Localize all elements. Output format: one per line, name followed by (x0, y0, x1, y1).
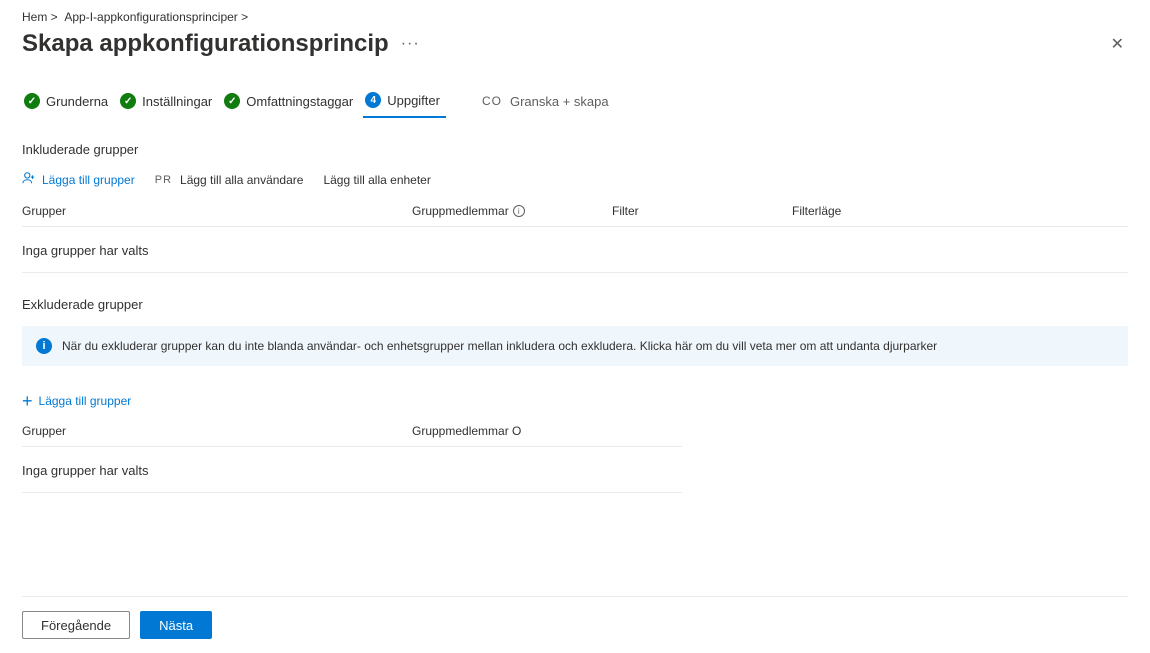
breadcrumb: Hem > App-I-appkonfigurationsprinciper > (22, 10, 1128, 24)
col-filter: Filter (612, 204, 792, 218)
action-prefix: PR (155, 174, 172, 186)
info-icon: i (36, 338, 52, 354)
add-all-users-label: Lägg till alla användare (180, 173, 303, 187)
col-filtermode: Filterläge (792, 204, 1128, 218)
step-review[interactable]: CO Granska + skapa (480, 88, 615, 117)
col-members: Gruppmedlemmar i (412, 204, 612, 218)
check-icon: ✓ (24, 93, 40, 109)
step-scope-tags[interactable]: ✓ Omfattningstaggar (222, 87, 359, 117)
page-title: Skapa appkonfigurationsprincip (22, 30, 389, 58)
add-excluded-groups-button[interactable]: + Lägga till grupper (22, 394, 131, 408)
previous-button[interactable]: Föregående (22, 611, 130, 639)
step-settings[interactable]: ✓ Inställningar (118, 87, 218, 117)
plus-icon: + (22, 394, 33, 408)
add-groups-button[interactable]: Lägga till grupper (22, 171, 135, 188)
excluded-title: Exkluderade grupper (22, 297, 1128, 312)
step-number-icon: 4 (365, 92, 381, 108)
add-all-devices-button[interactable]: Lägg till alla enheter (323, 173, 430, 187)
included-table-header: Grupper Gruppmedlemmar i Filter Filterlä… (22, 204, 1128, 227)
footer: Föregående Nästa (22, 596, 1128, 653)
next-button[interactable]: Nästa (140, 611, 212, 639)
excluded-table-header: Grupper Gruppmedlemmar O (22, 424, 682, 447)
info-icon[interactable]: i (513, 205, 525, 217)
included-empty-row: Inga grupper har valts (22, 237, 1128, 273)
check-icon: ✓ (224, 93, 240, 109)
check-icon: ✓ (120, 93, 136, 109)
col-groups-2: Grupper (22, 424, 412, 438)
breadcrumb-home[interactable]: Hem > (22, 10, 58, 24)
step-basics[interactable]: ✓ Grunderna (22, 87, 114, 117)
step-prefix: CO (482, 94, 502, 108)
col-members-2: Gruppmedlemmar O (412, 424, 672, 438)
included-groups-section: Inkluderade grupper Lägga till grupper P… (22, 142, 1128, 273)
excluded-empty-row: Inga grupper har valts (22, 457, 682, 493)
person-add-icon (22, 171, 36, 188)
add-all-users-button[interactable]: PR Lägg till alla användare (155, 173, 304, 187)
excluded-groups-section: Exkluderade grupper i När du exkluderar … (22, 297, 1128, 493)
step-assignments[interactable]: 4 Uppgifter (363, 86, 446, 118)
close-icon[interactable]: ✕ (1107, 30, 1128, 58)
info-banner: i När du exkluderar grupper kan du inte … (22, 326, 1128, 366)
wizard-stepper: ✓ Grunderna ✓ Inställningar ✓ Omfattning… (22, 86, 1128, 118)
add-all-devices-label: Lägg till alla enheter (323, 173, 430, 187)
more-icon[interactable]: ··· (401, 35, 420, 53)
breadcrumb-path[interactable]: App-I-appkonfigurationsprinciper > (64, 10, 248, 24)
included-title: Inkluderade grupper (22, 142, 1128, 157)
add-groups-label: Lägga till grupper (42, 173, 135, 187)
col-groups: Grupper (22, 204, 412, 218)
info-banner-text[interactable]: När du exkluderar grupper kan du inte bl… (62, 339, 937, 353)
add-excluded-groups-label: Lägga till grupper (39, 394, 132, 408)
